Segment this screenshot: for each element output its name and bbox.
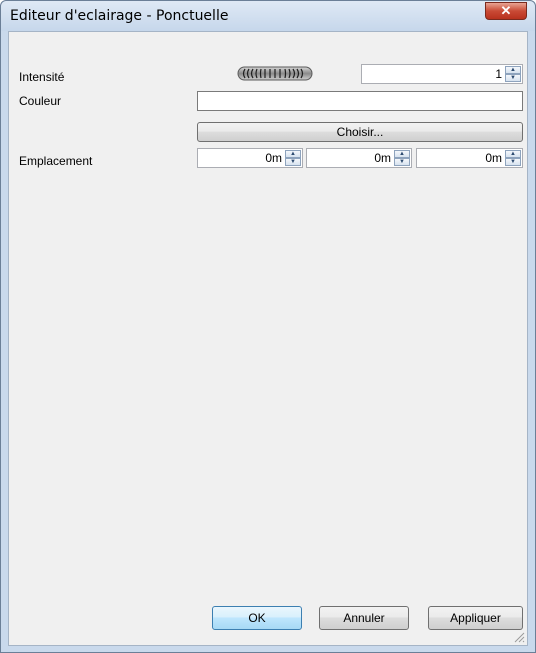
dialog-client-area: Intensité 1 ▲ ▼ Couleur Choisir... Empla…	[8, 31, 528, 646]
cancel-label: Annuler	[343, 611, 385, 625]
spin-up-icon[interactable]: ▲	[285, 150, 301, 158]
ok-button[interactable]: OK	[212, 606, 302, 630]
knob-icon[interactable]	[237, 66, 313, 81]
choose-color-label: Choisir...	[336, 125, 384, 139]
cancel-button[interactable]: Annuler	[319, 606, 409, 630]
apply-label: Appliquer	[450, 611, 501, 625]
title-bar[interactable]: Editeur d'eclairage - Ponctuelle ✕	[1, 1, 535, 31]
location-x-stepper[interactable]: 0m ▲ ▼	[197, 148, 303, 168]
spin-up-icon[interactable]: ▲	[394, 150, 410, 158]
location-y-value: 0m	[374, 151, 391, 165]
spin-down-icon[interactable]: ▼	[285, 158, 301, 166]
spin-down-icon[interactable]: ▼	[505, 74, 521, 82]
location-label: Emplacement	[19, 154, 93, 168]
color-label: Couleur	[19, 94, 62, 108]
intensity-value: 1	[495, 67, 502, 81]
apply-button[interactable]: Appliquer	[428, 606, 523, 630]
location-z-spin[interactable]: ▲ ▼	[505, 150, 521, 166]
window-title: Editeur d'eclairage - Ponctuelle	[10, 8, 229, 24]
resize-grip-icon[interactable]	[513, 631, 525, 643]
location-y-spin[interactable]: ▲ ▼	[394, 150, 410, 166]
spin-down-icon[interactable]: ▼	[394, 158, 410, 166]
dialog-window: Editeur d'eclairage - Ponctuelle ✕ Inten…	[0, 0, 536, 653]
intensity-stepper[interactable]: 1 ▲ ▼	[361, 64, 523, 84]
spin-up-icon[interactable]: ▲	[505, 150, 521, 158]
location-z-stepper[interactable]: 0m ▲ ▼	[416, 148, 523, 168]
location-z-value: 0m	[485, 151, 502, 165]
intensity-label: Intensité	[19, 70, 65, 84]
spin-down-icon[interactable]: ▼	[505, 158, 521, 166]
close-icon: ✕	[500, 3, 512, 18]
ok-label: OK	[248, 611, 266, 625]
color-field[interactable]	[197, 91, 523, 111]
location-x-spin[interactable]: ▲ ▼	[285, 150, 301, 166]
intensity-spin[interactable]: ▲ ▼	[505, 66, 521, 82]
choose-color-button[interactable]: Choisir...	[197, 122, 523, 142]
location-x-value: 0m	[265, 151, 282, 165]
close-button[interactable]: ✕	[485, 2, 527, 20]
spin-up-icon[interactable]: ▲	[505, 66, 521, 74]
location-y-stepper[interactable]: 0m ▲ ▼	[306, 148, 412, 168]
